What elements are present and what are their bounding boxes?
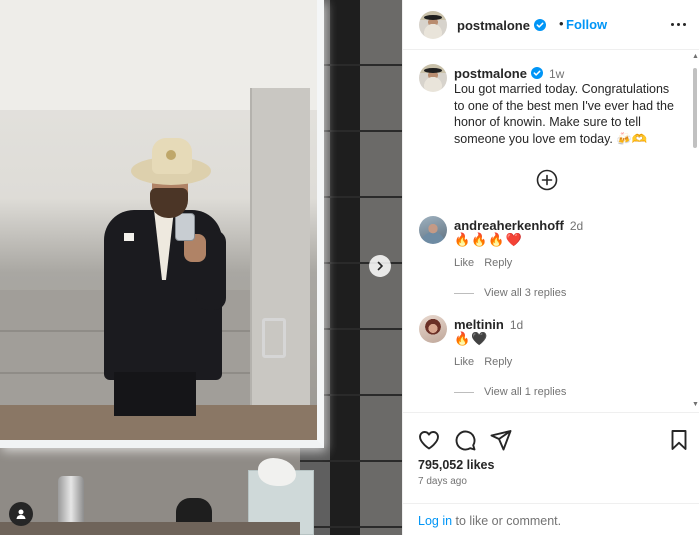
pocket-square [124, 233, 134, 241]
comment-bubble-icon[interactable] [453, 428, 477, 452]
login-prompt: Log in to like or comment. [403, 503, 699, 535]
paper-plane-icon[interactable] [489, 428, 513, 452]
likes-count[interactable]: 795,052 likes [418, 458, 494, 472]
comment-time: 2d [569, 219, 584, 233]
replies-divider [454, 391, 474, 393]
comment-item: meltinin 1d 🔥🖤 Like Reply View all 1 repl… [403, 315, 699, 412]
shower-door-handle [262, 318, 286, 358]
replies-divider [454, 292, 474, 294]
post-side-panel: postmalone • Follow postmalone 1w Lou got… [402, 0, 699, 535]
comment-reply-button[interactable]: Reply [484, 257, 512, 269]
comment-like-button[interactable]: Like [454, 356, 474, 368]
counter [0, 522, 300, 535]
bookmark-icon[interactable] [667, 428, 691, 452]
cowboy-hat-badge [166, 150, 176, 160]
author-username[interactable]: postmalone [457, 18, 530, 33]
post-date[interactable]: 7 days ago [418, 476, 467, 487]
commenter-username[interactable]: meltinin [454, 317, 504, 332]
scrollbar-thumb[interactable] [693, 68, 697, 148]
login-link[interactable]: Log in [418, 514, 452, 528]
caption-time: 1w [548, 67, 565, 81]
verified-badge-icon [530, 67, 543, 79]
comment-like-button[interactable]: Like [454, 257, 474, 269]
comments-list[interactable]: postmalone 1w Lou got married today. Cong… [403, 51, 699, 412]
comment-time: 1d [509, 318, 524, 332]
caption-text: Lou got married today. Congratulations t… [454, 82, 674, 146]
comments-scrollbar[interactable]: ▲ ▼ [692, 53, 699, 411]
more-options-icon [677, 22, 680, 26]
more-options-icon [671, 22, 674, 26]
commenter-avatar[interactable] [419, 315, 447, 343]
comment-item: andreaherkenhoff 2d 🔥🔥🔥❤️ Like Reply View… [403, 216, 699, 316]
commenter-username[interactable]: andreaherkenhoff [454, 218, 564, 233]
comment-text: 🔥🖤 [454, 331, 489, 346]
login-prompt-text: Log in to like or comment. [418, 514, 561, 528]
follow-button[interactable]: Follow [566, 17, 607, 32]
view-replies-button[interactable]: View all 1 replies [454, 386, 566, 398]
caption-avatar[interactable] [419, 64, 447, 92]
header-separator: • [559, 16, 564, 31]
comment-reply-button[interactable]: Reply [484, 356, 512, 368]
author-avatar[interactable] [419, 11, 447, 39]
comment-text: 🔥🔥🔥❤️ [454, 232, 523, 247]
heart-icon[interactable] [417, 428, 441, 452]
post-header: postmalone • Follow [403, 0, 699, 50]
figure-trousers [114, 372, 196, 416]
scroll-up-icon[interactable]: ▲ [692, 53, 699, 60]
comment-actions: Like Reply [454, 356, 512, 368]
login-suffix: to like or comment. [452, 514, 562, 528]
more-options-icon [683, 22, 686, 26]
post-photo [0, 0, 402, 535]
view-replies-label: View all 1 replies [484, 386, 567, 398]
next-image-button[interactable] [369, 255, 391, 277]
author-name-wrap: postmalone [457, 17, 546, 35]
plus-circle-icon[interactable] [536, 169, 558, 191]
chevron-right-icon [377, 261, 383, 271]
mirror [0, 0, 324, 448]
view-replies-label: View all 3 replies [484, 287, 567, 299]
comment-actions: Like Reply [454, 257, 512, 269]
commenter-avatar[interactable] [419, 216, 447, 244]
caption-username[interactable]: postmalone [454, 66, 527, 81]
more-options-button[interactable] [671, 17, 689, 31]
shower-door [250, 88, 310, 418]
user-tag-icon [16, 509, 26, 519]
tagged-users-button[interactable] [9, 502, 33, 526]
figure-phone [175, 213, 195, 241]
verified-badge-icon [533, 19, 546, 31]
view-replies-button[interactable]: View all 3 replies [454, 287, 566, 299]
scroll-down-icon[interactable]: ▼ [692, 401, 699, 408]
tissue [258, 458, 296, 486]
post-actions-bar: 795,052 likes 7 days ago Log in to like … [403, 412, 699, 535]
